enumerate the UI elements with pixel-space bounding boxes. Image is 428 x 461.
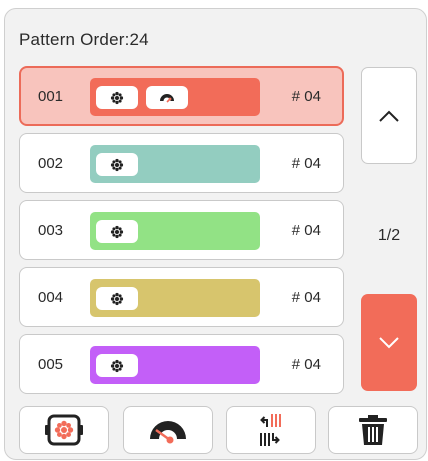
pattern-color-bar — [90, 212, 260, 250]
pattern-number: 002 — [38, 155, 64, 172]
flower-icon — [96, 220, 138, 243]
pattern-color-bar — [90, 346, 260, 384]
speed-gauge-button[interactable] — [123, 406, 213, 454]
pattern-frame-button[interactable] — [19, 406, 109, 454]
page-down-button[interactable] — [361, 294, 417, 391]
pattern-number: 005 — [38, 356, 64, 373]
pattern-code: # 04 — [291, 356, 321, 373]
pattern-row-001[interactable]: 001 # 04 — [19, 66, 344, 126]
pattern-code: # 04 — [291, 155, 321, 172]
pattern-code: # 04 — [291, 222, 321, 239]
trash-icon — [359, 415, 387, 445]
flower-icon — [96, 86, 138, 109]
pattern-row-004[interactable]: 004 # 04 — [19, 267, 344, 327]
flower-icon — [96, 153, 138, 176]
pattern-number: 004 — [38, 289, 64, 306]
pattern-code: # 04 — [291, 289, 321, 306]
flower-icon — [96, 354, 138, 377]
pattern-color-bar — [90, 78, 260, 116]
page-up-button[interactable] — [361, 67, 417, 164]
pattern-color-bar — [90, 279, 260, 317]
page-indicator: 1/2 — [377, 227, 401, 244]
chevron-up-icon — [379, 110, 399, 122]
gauge-icon — [146, 86, 188, 109]
pattern-color-bar — [90, 145, 260, 183]
speed-gauge-icon — [150, 421, 186, 444]
flower-icon — [96, 287, 138, 310]
delete-button[interactable] — [328, 406, 418, 454]
page-title: Pattern Order:24 — [19, 30, 149, 49]
pattern-number: 001 — [38, 88, 64, 105]
pattern-row-002[interactable]: 002 # 04 — [19, 133, 344, 193]
chevron-down-icon — [379, 336, 399, 348]
pattern-row-003[interactable]: 003 # 04 — [19, 200, 344, 260]
pattern-row-005[interactable]: 005 # 04 — [19, 334, 344, 394]
reorder-button[interactable] — [226, 406, 316, 454]
reorder-icon — [260, 414, 281, 446]
pattern-frame-icon — [45, 414, 83, 446]
pattern-number: 003 — [38, 222, 64, 239]
pattern-code: # 04 — [291, 88, 321, 105]
